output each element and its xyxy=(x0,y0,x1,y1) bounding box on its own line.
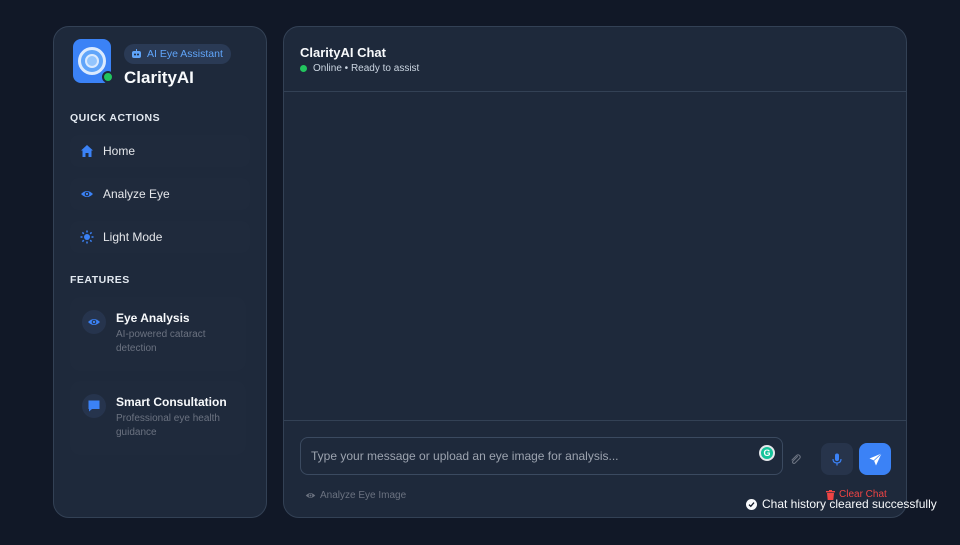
message-area[interactable] xyxy=(284,93,906,420)
chat-panel: ClarityAI Chat Online • Ready to assist … xyxy=(283,26,907,518)
eye-icon xyxy=(81,191,93,197)
nav-light-mode-label: Light Mode xyxy=(103,230,163,244)
send-button[interactable] xyxy=(859,443,891,475)
robot-icon xyxy=(132,49,141,58)
toast-notification: Chat history cleared successfully xyxy=(746,497,937,511)
badge-label: AI Eye Assistant xyxy=(147,48,223,60)
sun-icon xyxy=(80,230,94,244)
sidebar: AI Eye Assistant ClarityAI QUICK ACTIONS… xyxy=(53,26,267,518)
nav-home-label: Home xyxy=(103,144,136,158)
nav-home[interactable]: Home xyxy=(70,135,250,167)
feature-card-eye-analysis: Eye Analysis AI-powered cataract detecti… xyxy=(70,297,246,371)
chat-icon xyxy=(82,394,106,418)
quick-actions-title: QUICK ACTIONS xyxy=(70,112,161,124)
features-title: FEATURES xyxy=(70,274,130,286)
nav-analyze-eye[interactable]: Analyze Eye xyxy=(70,178,250,210)
brand-name: ClarityAI xyxy=(124,68,194,87)
online-indicator xyxy=(102,71,114,83)
paper-plane-icon xyxy=(869,452,882,465)
feature-title: Smart Consultation xyxy=(116,395,227,409)
chat-title: ClarityAI Chat xyxy=(300,45,386,60)
eye-icon xyxy=(82,310,106,334)
feature-title: Eye Analysis xyxy=(116,311,190,325)
assistant-badge: AI Eye Assistant xyxy=(124,44,231,64)
message-input[interactable] xyxy=(300,437,783,475)
toast-message: Chat history cleared successfully xyxy=(762,497,937,511)
feature-description: Professional eye health guidance xyxy=(116,413,220,438)
feature-description: AI-powered cataract detection xyxy=(116,329,206,354)
status-dot xyxy=(300,65,307,72)
chat-header: ClarityAI Chat Online • Ready to assist xyxy=(284,27,906,92)
microphone-button[interactable] xyxy=(821,443,853,475)
analyze-eye-image-label: Analyze Eye Image xyxy=(320,490,407,501)
feature-card-smart-consultation: Smart Consultation Professional eye heal… xyxy=(70,381,246,455)
microphone-icon xyxy=(832,453,842,465)
check-circle-icon xyxy=(746,498,757,510)
analyze-eye-image-link[interactable]: Analyze Eye Image xyxy=(305,490,406,501)
paperclip-icon[interactable] xyxy=(789,453,801,465)
eye-icon xyxy=(305,493,316,498)
grammarly-icon[interactable]: G xyxy=(759,445,775,461)
nav-light-mode[interactable]: Light Mode xyxy=(70,221,250,253)
chat-status: Online • Ready to assist xyxy=(300,63,419,74)
nav-analyze-eye-label: Analyze Eye xyxy=(103,187,170,201)
home-icon xyxy=(81,145,93,157)
chat-status-text: Online • Ready to assist xyxy=(313,63,420,74)
